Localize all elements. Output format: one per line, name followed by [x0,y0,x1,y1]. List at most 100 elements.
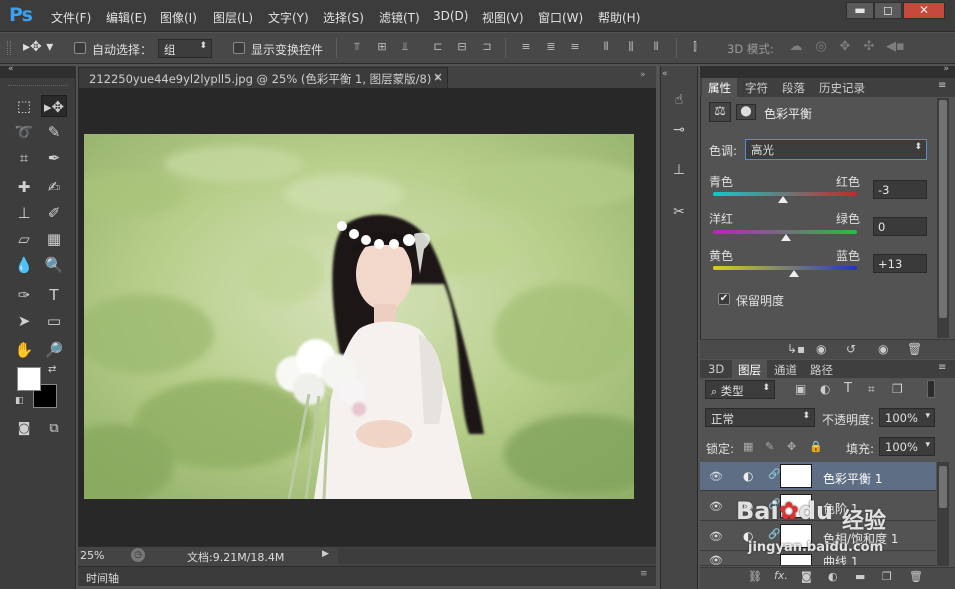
tab-channels[interactable]: 通道 [768,360,803,378]
filter-adjustment-icon[interactable]: ◐ [820,382,830,396]
magenta-green-slider-thumb[interactable] [781,234,791,241]
eye-icon[interactable]: 👁 [709,470,723,483]
status-menu-arrow-icon[interactable]: ▶ [322,549,329,559]
blend-mode-dropdown[interactable]: 正常 ⬍ [705,408,815,427]
layer-filter-dropdown[interactable]: ⌕ 类型 ⬍ [705,380,775,399]
menu-layer[interactable]: 图层(L) [213,9,253,26]
eye-icon[interactable]: 👁 [709,554,723,565]
blur-tool-icon[interactable]: 💧 [11,254,37,276]
menu-image[interactable]: 图像(I) [160,9,197,26]
tab-paths[interactable]: 路径 [804,360,839,378]
panel-menu-icon[interactable]: ≡ [938,80,946,91]
menu-3d[interactable]: 3D(D) [433,9,468,23]
distribute-left-icon[interactable]: ⫴ [599,40,613,54]
opacity-field[interactable]: 100% ▾ [879,408,935,427]
cyan-red-value[interactable]: -3 [873,180,927,199]
3d-camera-icon[interactable]: ◀▪ [886,40,905,54]
adjustments-icon[interactable]: ☝ [669,90,689,110]
3d-pan-icon[interactable]: ✥ [838,40,852,54]
distribute-top-icon[interactable]: ≡ [519,40,533,54]
collapse-icon[interactable]: » [943,64,949,74]
pen-tool-icon[interactable]: ✑ [11,284,37,306]
marquee-tool-icon[interactable]: ⬚ [11,95,37,117]
layer-mask-thumbnail[interactable] [780,554,812,565]
preserve-luminosity-checkbox[interactable]: ✔ [718,293,730,305]
screen-mode-icon[interactable]: ⧉ [41,418,67,440]
tool-presets-icon[interactable]: ✂ [669,202,689,222]
auto-align-icon[interactable]: ⫿ [688,40,702,54]
type-tool-icon[interactable]: T [41,284,67,306]
auto-select-checkbox[interactable] [74,42,86,54]
mask-icon[interactable]: ⬤ [736,104,756,120]
link-icon[interactable]: 🔗 [768,469,780,480]
trash-icon[interactable]: 🗑 [907,342,922,356]
tab-history[interactable]: 历史记录 [813,78,871,97]
reset-icon[interactable]: ↺ [846,342,856,356]
distribute-right-icon[interactable]: ⫴ [649,40,663,54]
tab-paragraph[interactable]: 段落 [776,78,811,97]
healing-brush-tool-icon[interactable]: ✚ [11,176,37,198]
document-profile-icon[interactable]: ◷ [131,548,145,562]
align-vcenter-icon[interactable]: ⊞ [375,40,389,54]
gradient-tool-icon[interactable]: ▦ [41,228,67,250]
magenta-green-value[interactable]: 0 [873,217,927,236]
close-window-button[interactable]: ✕ [903,2,945,19]
minimize-button[interactable]: ▬ [846,2,874,19]
clip-to-layer-icon[interactable]: ↳▪ [787,342,805,356]
panel-menu-icon[interactable]: ≡ [640,569,648,579]
align-top-icon[interactable]: ⫪ [350,40,364,54]
document-tab[interactable]: 212250yue44e9yl2lypll5.jpg @ 25% (色彩平衡 1… [78,67,448,88]
menu-help[interactable]: 帮助(H) [598,9,640,26]
align-bottom-icon[interactable]: ⫫ [398,40,412,54]
layer-mask-thumbnail[interactable] [780,464,812,488]
tab-properties[interactable]: 属性 [702,78,737,97]
eyedropper-tool-icon[interactable]: ✒ [41,147,67,169]
zoom-tool-icon[interactable]: 🔎 [41,339,67,361]
eraser-tool-icon[interactable]: ▱ [11,228,37,250]
link-layers-icon[interactable]: ⛓ [748,570,762,583]
distribute-vcenter-icon[interactable]: ≣ [544,40,558,54]
quick-select-tool-icon[interactable]: ✎ [41,121,67,143]
menu-select[interactable]: 选择(S) [323,9,364,26]
yellow-blue-slider-thumb[interactable] [789,270,799,277]
lock-pixels-icon[interactable]: ✎ [765,440,774,453]
quick-mask-icon[interactable]: ◙ [11,418,37,440]
layer-style-icon[interactable]: fx. [774,569,788,582]
align-left-icon[interactable]: ⊏ [431,40,445,54]
brush-tool-icon[interactable]: ✍ [41,176,67,198]
distribute-bottom-icon[interactable]: ≡ [568,40,582,54]
add-mask-icon[interactable]: ◙ [801,570,812,583]
fill-field[interactable]: 100% ▾ [879,437,935,456]
lock-position-icon[interactable]: ✥ [787,440,796,453]
menu-window[interactable]: 窗口(W) [538,9,583,26]
auto-select-dropdown[interactable]: 组 ⬍ [158,39,212,58]
brush-presets-icon[interactable]: ⊸ [669,120,689,140]
grip-handle[interactable] [7,41,11,55]
cyan-red-slider-thumb[interactable] [778,196,788,203]
move-tool-preset-icon[interactable]: ▸✥ ▾ [23,39,53,55]
maximize-button[interactable]: ◻ [874,2,902,19]
tone-dropdown[interactable]: 高光 ⬍ [745,139,927,160]
clone-stamp-tool-icon[interactable]: ⊥ [11,202,37,224]
distribute-hcenter-icon[interactable]: ⫼ [624,40,638,54]
view-previous-icon[interactable]: ◉ [816,342,826,356]
filter-toggle[interactable] [927,380,935,398]
timeline-label[interactable]: 时间轴 [86,570,119,586]
dodge-tool-icon[interactable]: 🔍 [41,254,67,276]
yellow-blue-slider[interactable] [713,266,857,270]
clone-source-icon[interactable]: ⊥ [669,160,689,180]
visibility-icon[interactable]: ◉ [878,342,888,356]
menu-filter[interactable]: 滤镜(T) [379,9,420,26]
layer-name[interactable]: 色彩平衡 1 [823,470,882,487]
new-layer-icon[interactable]: ❐ [882,570,892,583]
collapse-icon[interactable]: » [640,70,646,80]
collapse-icon[interactable]: « [8,64,14,74]
menu-type[interactable]: 文字(Y) [268,9,309,26]
lock-all-icon[interactable]: 🔒 [809,440,823,453]
panel-menu-icon[interactable]: ≡ [938,362,946,373]
filter-smart-object-icon[interactable]: ❐ [892,382,903,396]
menu-view[interactable]: 视图(V) [482,9,524,26]
tab-character[interactable]: 字符 [739,78,774,97]
align-right-icon[interactable]: ⊐ [480,40,494,54]
menu-file[interactable]: 文件(F) [51,9,91,26]
